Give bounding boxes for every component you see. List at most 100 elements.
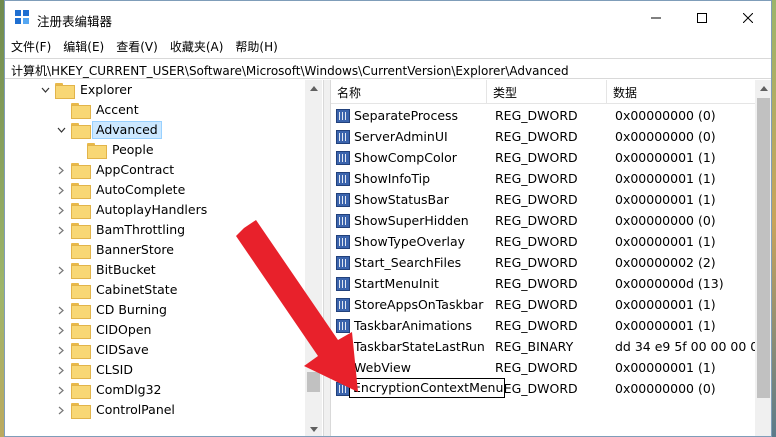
menu-file[interactable]: 文件(F) [5,35,57,57]
folder-icon [71,323,91,339]
column-header-name[interactable]: 名称 [331,80,487,104]
title-bar[interactable]: 注册表编辑器 [5,1,771,35]
tree-item-cidopen[interactable]: CIDOpen [55,320,155,340]
folder-icon [55,83,75,99]
tree-item-autoplayhandlers[interactable]: AutoplayHandlers [55,200,211,220]
tree-item-bitbucket[interactable]: BitBucket [55,260,160,280]
chevron-right-icon[interactable] [55,260,67,280]
chevron-right-icon[interactable] [55,320,67,340]
reg-binary-icon [336,339,350,354]
chevron-right-icon[interactable] [55,300,67,320]
menu-view[interactable]: 查看(V) [110,35,164,57]
tree-item-comdlg32[interactable]: ComDlg32 [55,380,166,400]
rename-value-input[interactable]: EncryptionContextMenu [349,378,505,398]
key-tree: Explorer Accent Advanced People AppContr… [5,80,323,436]
reg-dword-icon [336,234,350,249]
menu-favorites[interactable]: 收藏夹(A) [164,35,230,57]
folder-icon [71,403,91,419]
reg-dword-icon [336,129,350,144]
reg-dword-icon [336,192,350,207]
value-row[interactable]: Start_SearchFiles REG_DWORD 0x00000002 (… [331,252,761,273]
folder-icon [71,303,91,319]
tree-item-bannerstore[interactable]: BannerStore [71,240,178,260]
scroll-up-icon[interactable] [755,80,771,97]
minimize-icon [651,17,661,19]
registry-editor-icon [15,10,31,26]
value-row[interactable]: StoreAppsOnTaskbar REG_DWORD 0x00000001 … [331,294,761,315]
window-title: 注册表编辑器 [37,14,113,29]
reg-dword-icon [336,360,350,375]
tree-item-clsid[interactable]: CLSID [55,360,137,380]
chevron-right-icon[interactable] [55,360,67,380]
reg-dword-icon [336,150,350,165]
value-row[interactable]: WebView REG_DWORD 0x00000001 (1) [331,357,761,378]
chevron-right-icon[interactable] [55,380,67,400]
folder-icon [71,363,91,379]
tree-item-autocomplete[interactable]: AutoComplete [55,180,189,200]
folder-icon [71,203,91,219]
reg-dword-icon [336,276,350,291]
folder-icon [87,143,107,159]
pane-splitter[interactable] [323,80,331,436]
value-row[interactable]: ShowTypeOverlay REG_DWORD 0x00000001 (1) [331,231,761,252]
chevron-right-icon[interactable] [55,200,67,220]
menu-help[interactable]: 帮助(H) [229,35,283,57]
registry-editor-window: 注册表编辑器 文件(F) 编辑(E) 查看(V) 收藏夹(A) 帮助(H) 计算… [4,0,772,437]
maximize-icon [697,13,707,23]
maximize-button[interactable] [679,1,725,35]
values-scroll-thumb[interactable] [757,98,770,398]
tree-item-accent[interactable]: Accent [71,100,143,120]
folder-icon [71,183,91,199]
folder-icon [71,123,91,139]
tree-item-people[interactable]: People [87,140,158,160]
chevron-down-icon[interactable] [39,80,51,100]
value-row[interactable]: ServerAdminUI REG_DWORD 0x00000000 (0) [331,126,761,147]
folder-icon [71,103,91,119]
chevron-right-icon[interactable] [55,180,67,200]
chevron-right-icon[interactable] [55,220,67,240]
folder-icon [71,383,91,399]
values-scrollbar[interactable] [755,80,771,436]
value-row[interactable]: ShowSuperHidden REG_DWORD 0x00000000 (0) [331,210,761,231]
column-header-data[interactable]: 数据 [607,80,761,104]
tree-scrollbar[interactable] [305,80,322,436]
close-button[interactable] [725,1,771,35]
tree-item-appcontract[interactable]: AppContract [55,160,178,180]
reg-dword-icon [336,297,350,312]
list-header: 名称 类型 数据 [331,80,771,104]
value-row[interactable]: StartMenuInit REG_DWORD 0x0000000d (13) [331,273,761,294]
menu-edit[interactable]: 编辑(E) [57,35,110,57]
reg-dword-icon [336,108,350,123]
value-row[interactable]: SeparateProcess REG_DWORD 0x00000000 (0) [331,105,761,126]
chevron-right-icon[interactable] [55,400,67,420]
tree-item-advanced[interactable]: Advanced [55,120,162,140]
value-row[interactable]: ShowInfoTip REG_DWORD 0x00000001 (1) [331,168,761,189]
scroll-down-icon[interactable] [305,421,322,436]
value-row[interactable]: TaskbarAnimations REG_DWORD 0x00000001 (… [331,315,761,336]
value-row[interactable]: ShowStatusBar REG_DWORD 0x00000001 (1) [331,189,761,210]
value-row[interactable]: TaskbarStateLastRun REG_BINARY dd 34 e9 … [331,336,761,357]
tree-item-explorer[interactable]: Explorer [39,80,136,100]
reg-dword-icon [336,255,350,270]
chevron-down-icon[interactable] [55,120,67,140]
folder-icon [71,223,91,239]
tree-item-cabinetstate[interactable]: CabinetState [71,280,181,300]
reg-dword-icon [336,171,350,186]
chevron-right-icon[interactable] [55,340,67,360]
chevron-right-icon[interactable] [55,160,67,180]
tree-item-cidsave[interactable]: CIDSave [55,340,153,360]
tree-item-cd-burning[interactable]: CD Burning [55,300,171,320]
tree-scroll-thumb[interactable] [307,372,320,392]
column-header-type[interactable]: 类型 [487,80,607,104]
tree-item-controlpanel[interactable]: ControlPanel [55,400,179,420]
tree-item-bamthrottling[interactable]: BamThrottling [55,220,189,240]
reg-dword-icon [336,213,350,228]
reg-dword-icon [336,318,350,333]
address-bar[interactable]: 计算机\HKEY_CURRENT_USER\Software\Microsoft… [5,58,771,79]
folder-icon [71,243,91,259]
value-row[interactable]: ShowCompColor REG_DWORD 0x00000001 (1) [331,147,761,168]
menu-bar: 文件(F) 编辑(E) 查看(V) 收藏夹(A) 帮助(H) [5,35,771,57]
folder-icon [71,343,91,359]
scroll-up-icon[interactable] [305,80,322,97]
minimize-button[interactable] [633,1,679,35]
